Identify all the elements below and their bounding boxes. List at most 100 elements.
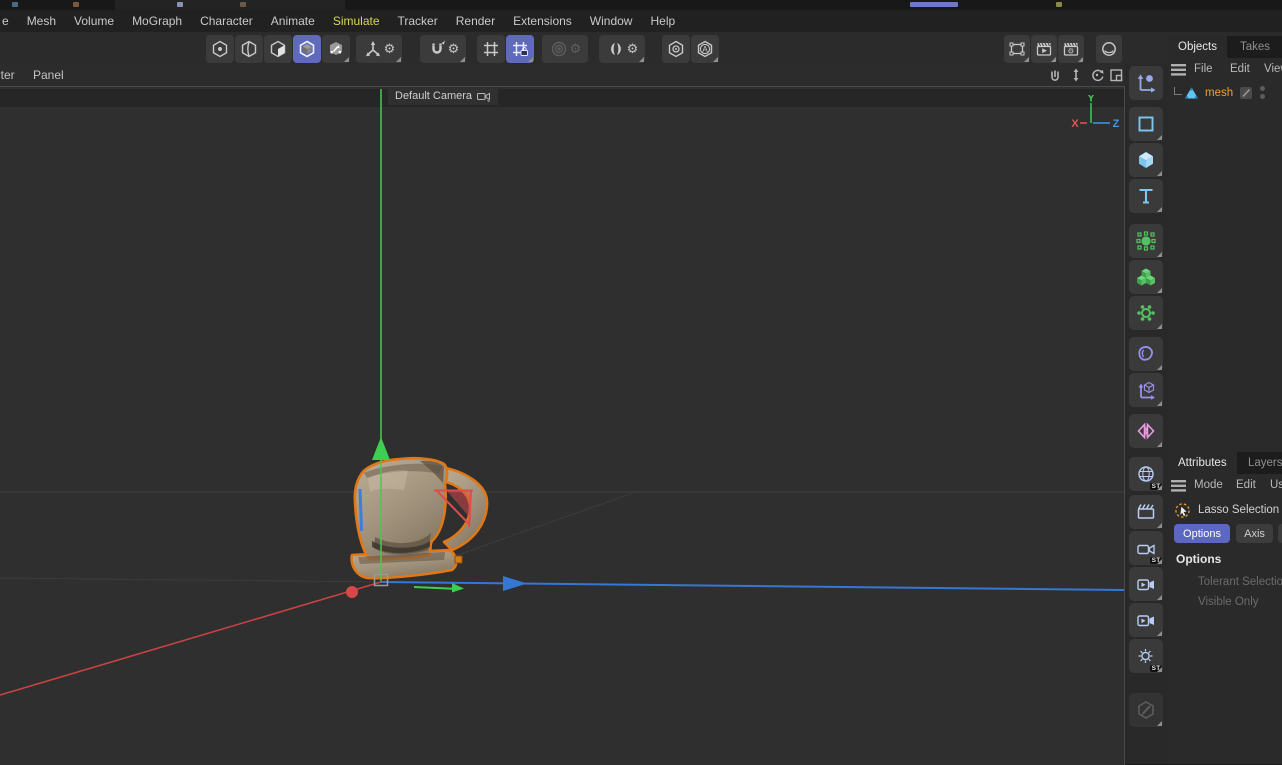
axis-modifier-button[interactable] (1129, 373, 1163, 407)
menu-item-mesh[interactable]: Mesh (18, 14, 65, 28)
orbit-rotate-icon[interactable] (1089, 67, 1105, 83)
objects-menu-file[interactable]: File (1194, 63, 1213, 75)
menu-item-character[interactable]: Character (191, 14, 262, 28)
menu-item-help[interactable]: Help (641, 14, 684, 28)
polygons-mode-button[interactable] (264, 35, 292, 63)
axis-tab-button[interactable]: Axis (1236, 524, 1273, 543)
viewport-visibility-dot[interactable] (1260, 86, 1265, 91)
menu-item-tracker[interactable]: Tracker (389, 14, 447, 28)
menu-item-cut[interactable]: e (0, 14, 18, 28)
model-mode-button[interactable] (293, 35, 321, 63)
symmetry-button[interactable]: ⚙ (599, 35, 645, 63)
render-view-button[interactable] (1031, 35, 1057, 63)
option-tolerant-selection[interactable]: Tolerant Selection (1198, 576, 1282, 588)
options-tab-button[interactable]: Options (1174, 524, 1230, 543)
solo-hexagon-button[interactable] (662, 35, 690, 63)
symmetry-settings-gear-icon[interactable]: ⚙ (627, 43, 639, 56)
object-tag-toggle[interactable] (1240, 87, 1252, 99)
taskbar-icon[interactable] (73, 2, 79, 7)
taskbar-icon[interactable] (1056, 2, 1062, 7)
workplane-grid-button[interactable] (477, 35, 505, 63)
menu-item-volume[interactable]: Volume (65, 14, 123, 28)
perspective-viewport[interactable]: Default Camera Y Z X (0, 86, 1125, 765)
grid-lock-icon (510, 39, 530, 59)
tab-objects[interactable]: Objects (1168, 36, 1227, 58)
tab-attributes[interactable]: Attributes (1168, 452, 1237, 474)
titlebar (0, 0, 1282, 10)
points-mode-button[interactable] (206, 35, 234, 63)
menu-item-window[interactable]: Window (581, 14, 642, 28)
magnet-snap-button[interactable]: ⚙ (420, 35, 466, 63)
hamburger-menu-icon[interactable] (1171, 480, 1186, 492)
camera-switch-icon[interactable] (477, 91, 491, 102)
pan-hand-icon[interactable] (1047, 67, 1063, 83)
tab-takes[interactable]: Takes (1230, 36, 1280, 58)
attributes-menu-user[interactable]: Us (1270, 479, 1282, 491)
render-region-button[interactable] (1004, 35, 1030, 63)
render-visibility-dot[interactable] (1260, 94, 1265, 99)
deformer-button[interactable] (1129, 296, 1163, 330)
text-object-button[interactable] (1129, 179, 1163, 213)
text-t-icon (1135, 185, 1157, 207)
plane-handle[interactable] (414, 583, 464, 593)
object-tree-row[interactable]: mesh (1168, 84, 1282, 106)
menu-item-mograph[interactable]: MoGraph (123, 14, 191, 28)
menu-item-animate[interactable]: Animate (262, 14, 324, 28)
move-tool-settings-gear-icon[interactable]: ⚙ (384, 43, 396, 56)
viewport-camera-label[interactable]: Default Camera (388, 87, 498, 105)
objects-menu-edit[interactable]: Edit (1230, 63, 1250, 75)
maximize-view-icon[interactable] (1108, 67, 1124, 83)
viewport-menu-panel[interactable]: Panel (33, 68, 64, 82)
svg-text:X: X (1071, 118, 1079, 130)
camera-play-icon (1135, 609, 1157, 631)
menu-item-extensions[interactable]: Extensions (504, 14, 581, 28)
viewport-menu-filter[interactable]: lter (0, 68, 15, 82)
concentric-circles-icon (549, 39, 569, 59)
tab-layers[interactable]: Layers (1238, 452, 1282, 474)
primitive-cube-button[interactable] (1129, 143, 1163, 177)
axis-x-handle[interactable] (0, 582, 381, 695)
object-name-label[interactable]: mesh (1205, 87, 1233, 99)
lock-workplane-button[interactable] (506, 35, 534, 63)
taskbar-icon[interactable] (12, 2, 18, 7)
interactive-render-button[interactable] (1096, 35, 1122, 63)
taskbar-icon[interactable] (177, 2, 183, 7)
dolly-zoom-icon[interactable] (1068, 67, 1084, 83)
light-object-button[interactable]: ST (1129, 639, 1163, 673)
menu-item-simulate[interactable]: Simulate (324, 14, 389, 28)
viewport-menubar: lter Panel (0, 64, 1125, 87)
spline-rectangle-button[interactable] (1129, 107, 1163, 141)
stage-object-button[interactable] (1129, 495, 1163, 529)
attributes-menu-mode[interactable]: Mode (1194, 479, 1223, 491)
taskbar-icon[interactable] (240, 2, 246, 7)
hamburger-menu-icon[interactable] (1171, 64, 1186, 76)
render-settings-button[interactable]: ⚙ (1058, 35, 1084, 63)
snap-settings-gear-icon[interactable]: ⚙ (448, 43, 460, 56)
menu-item-render[interactable]: Render (447, 14, 504, 28)
titlebar-tab[interactable] (115, 0, 345, 10)
light-icon (1135, 645, 1157, 667)
polygon-object-icon[interactable] (1184, 86, 1199, 100)
mesh-object[interactable] (352, 458, 487, 578)
symmetry-object-button[interactable] (1129, 414, 1163, 448)
crane-camera-button[interactable] (1129, 603, 1163, 637)
objects-menu-view[interactable]: View (1264, 63, 1282, 75)
right-dock-panel: Objects Takes File Edit View mesh (1168, 36, 1282, 764)
option-visible-only[interactable]: Visible Only (1198, 596, 1259, 608)
field-object-button[interactable] (1129, 337, 1163, 371)
sky-object-button[interactable]: ST (1129, 457, 1163, 491)
move-tool-button[interactable]: ⚙ (356, 35, 402, 63)
auto-mode-hexagon-button[interactable]: A (691, 35, 719, 63)
render-region-icon (1007, 39, 1027, 59)
edges-mode-button[interactable] (235, 35, 263, 63)
coordinates-tool-button[interactable] (1129, 66, 1163, 100)
clipped-tab-button[interactable] (1278, 524, 1282, 543)
mesh-selection-handle[interactable] (455, 556, 462, 563)
camera-object-button[interactable]: ST (1129, 531, 1163, 565)
axis-z-handle[interactable] (381, 576, 1124, 591)
volume-builder-button[interactable] (1129, 260, 1163, 294)
generator-button[interactable] (1129, 224, 1163, 258)
attributes-menu-edit[interactable]: Edit (1236, 479, 1256, 491)
motion-camera-button[interactable] (1129, 567, 1163, 601)
axis-mode-button[interactable] (322, 35, 350, 63)
